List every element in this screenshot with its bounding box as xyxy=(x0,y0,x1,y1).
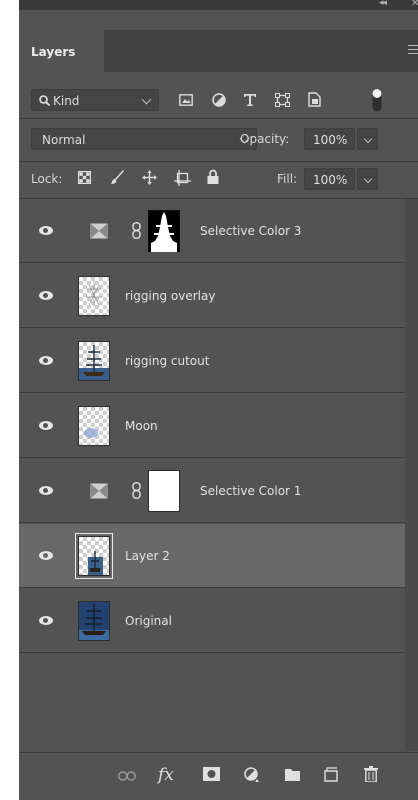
layer-thumbnail[interactable] xyxy=(78,276,110,316)
link-layers-icon[interactable] xyxy=(118,771,136,781)
layer-name: rigging cutout xyxy=(125,354,210,368)
layer-thumbnail[interactable] xyxy=(78,341,110,381)
layer-thumbnail[interactable] xyxy=(78,406,110,446)
visibility-eye-icon[interactable] xyxy=(39,616,53,625)
selective-color-adjustment-icon[interactable] xyxy=(90,223,108,239)
layer-name: rigging overlay xyxy=(125,289,216,303)
kind-filter-label: Kind xyxy=(53,94,80,108)
layers-list: Selective Color 3 rigging overlay riggin… xyxy=(19,199,405,751)
lock-label: Lock: xyxy=(31,172,63,186)
lock-image-pixels-icon[interactable] xyxy=(111,170,125,185)
layer-row[interactable]: rigging overlay xyxy=(19,264,405,328)
layer-name: Layer 2 xyxy=(125,549,170,563)
new-adjustment-icon[interactable] xyxy=(244,767,260,783)
selective-color-adjustment-icon[interactable] xyxy=(90,483,108,499)
fill-label: Fill: xyxy=(277,172,298,186)
fx-icon[interactable]: fx xyxy=(158,765,174,785)
filter-toggle-icon[interactable] xyxy=(372,88,382,112)
panel-top-strip: ◂◂ ✕ xyxy=(19,0,418,10)
search-icon xyxy=(39,95,50,106)
fill-dropdown[interactable] xyxy=(357,168,378,190)
lock-position-icon[interactable] xyxy=(142,170,157,185)
lock-artboard-icon[interactable] xyxy=(174,170,191,186)
layer-row[interactable]: Selective Color 3 xyxy=(19,199,405,263)
rigging-sketch-image xyxy=(86,281,102,307)
adjustment-filter-icon[interactable] xyxy=(212,93,226,107)
chevron-down-icon xyxy=(141,94,152,105)
lock-transparent-pixels-icon[interactable] xyxy=(78,171,91,184)
link-chain-icon[interactable] xyxy=(132,482,141,499)
visibility-eye-icon[interactable] xyxy=(39,551,53,560)
opacity-label: Opacity: xyxy=(240,132,290,146)
layers-panel: Layers Kind Normal Opacity: 100% Lock: F… xyxy=(19,10,418,800)
collapse-panel-icon[interactable]: ◂◂ xyxy=(379,0,387,8)
layer-row[interactable]: Selective Color 1 xyxy=(19,459,405,523)
layer-name: Original xyxy=(125,614,172,628)
visibility-eye-icon[interactable] xyxy=(39,291,53,300)
scrollbar-track[interactable] xyxy=(405,199,418,751)
fill-field[interactable]: 100% xyxy=(304,168,355,190)
moon-image xyxy=(84,428,98,438)
layer-mask-thumbnail[interactable] xyxy=(148,470,180,512)
layer-row[interactable]: Original xyxy=(19,589,405,653)
layer-thumbnail[interactable] xyxy=(78,601,110,641)
panel-menu-icon[interactable] xyxy=(408,45,418,54)
chevron-down-icon xyxy=(363,134,373,144)
visibility-eye-icon[interactable] xyxy=(39,226,53,235)
layer-row-selected[interactable]: Layer 2 xyxy=(19,524,405,588)
opacity-field[interactable]: 100% xyxy=(304,128,355,150)
new-group-icon[interactable] xyxy=(285,768,300,781)
blend-mode-value: Normal xyxy=(42,133,86,147)
new-layer-icon[interactable] xyxy=(324,767,338,782)
opacity-dropdown[interactable] xyxy=(357,128,378,150)
blend-row: Normal Opacity: 100% xyxy=(19,119,418,161)
layers-footer-toolbar: fx xyxy=(19,752,418,800)
layer-thumbnail[interactable] xyxy=(75,533,113,579)
filter-row: Kind xyxy=(19,72,418,118)
original-photo-image xyxy=(79,602,109,640)
visibility-eye-icon[interactable] xyxy=(39,421,53,430)
layer-name: Moon xyxy=(125,419,158,433)
smart-object-filter-icon[interactable] xyxy=(308,92,321,107)
ship-cutout-image xyxy=(79,345,109,380)
tab-layers[interactable]: Layers xyxy=(19,30,104,72)
fill-value: 100% xyxy=(313,173,348,187)
close-panel-icon[interactable]: ✕ xyxy=(411,0,418,9)
blend-mode-select[interactable]: Normal xyxy=(31,128,257,150)
layer-row[interactable]: Moon xyxy=(19,394,405,458)
lock-row: Lock: Fill: 100% xyxy=(19,162,418,198)
visibility-eye-icon[interactable] xyxy=(39,356,53,365)
layer-row[interactable]: rigging cutout xyxy=(19,329,405,393)
link-chain-icon[interactable] xyxy=(132,222,141,239)
lock-all-icon[interactable] xyxy=(207,169,219,184)
ship-partial-image xyxy=(88,551,103,575)
layer-name: Selective Color 3 xyxy=(200,224,302,238)
type-filter-icon[interactable] xyxy=(243,93,257,107)
trash-icon[interactable] xyxy=(364,766,378,782)
image-filter-icon[interactable] xyxy=(179,94,193,106)
chevron-down-icon xyxy=(363,174,373,184)
layer-mask-thumbnail[interactable] xyxy=(148,210,180,252)
panel-tab-bar: Layers xyxy=(19,30,418,72)
visibility-eye-icon[interactable] xyxy=(39,486,53,495)
layer-name: Selective Color 1 xyxy=(200,484,302,498)
shape-filter-icon[interactable] xyxy=(275,93,290,107)
kind-filter-select[interactable]: Kind xyxy=(31,89,159,111)
opacity-value: 100% xyxy=(313,133,348,147)
add-mask-icon[interactable] xyxy=(203,767,220,781)
